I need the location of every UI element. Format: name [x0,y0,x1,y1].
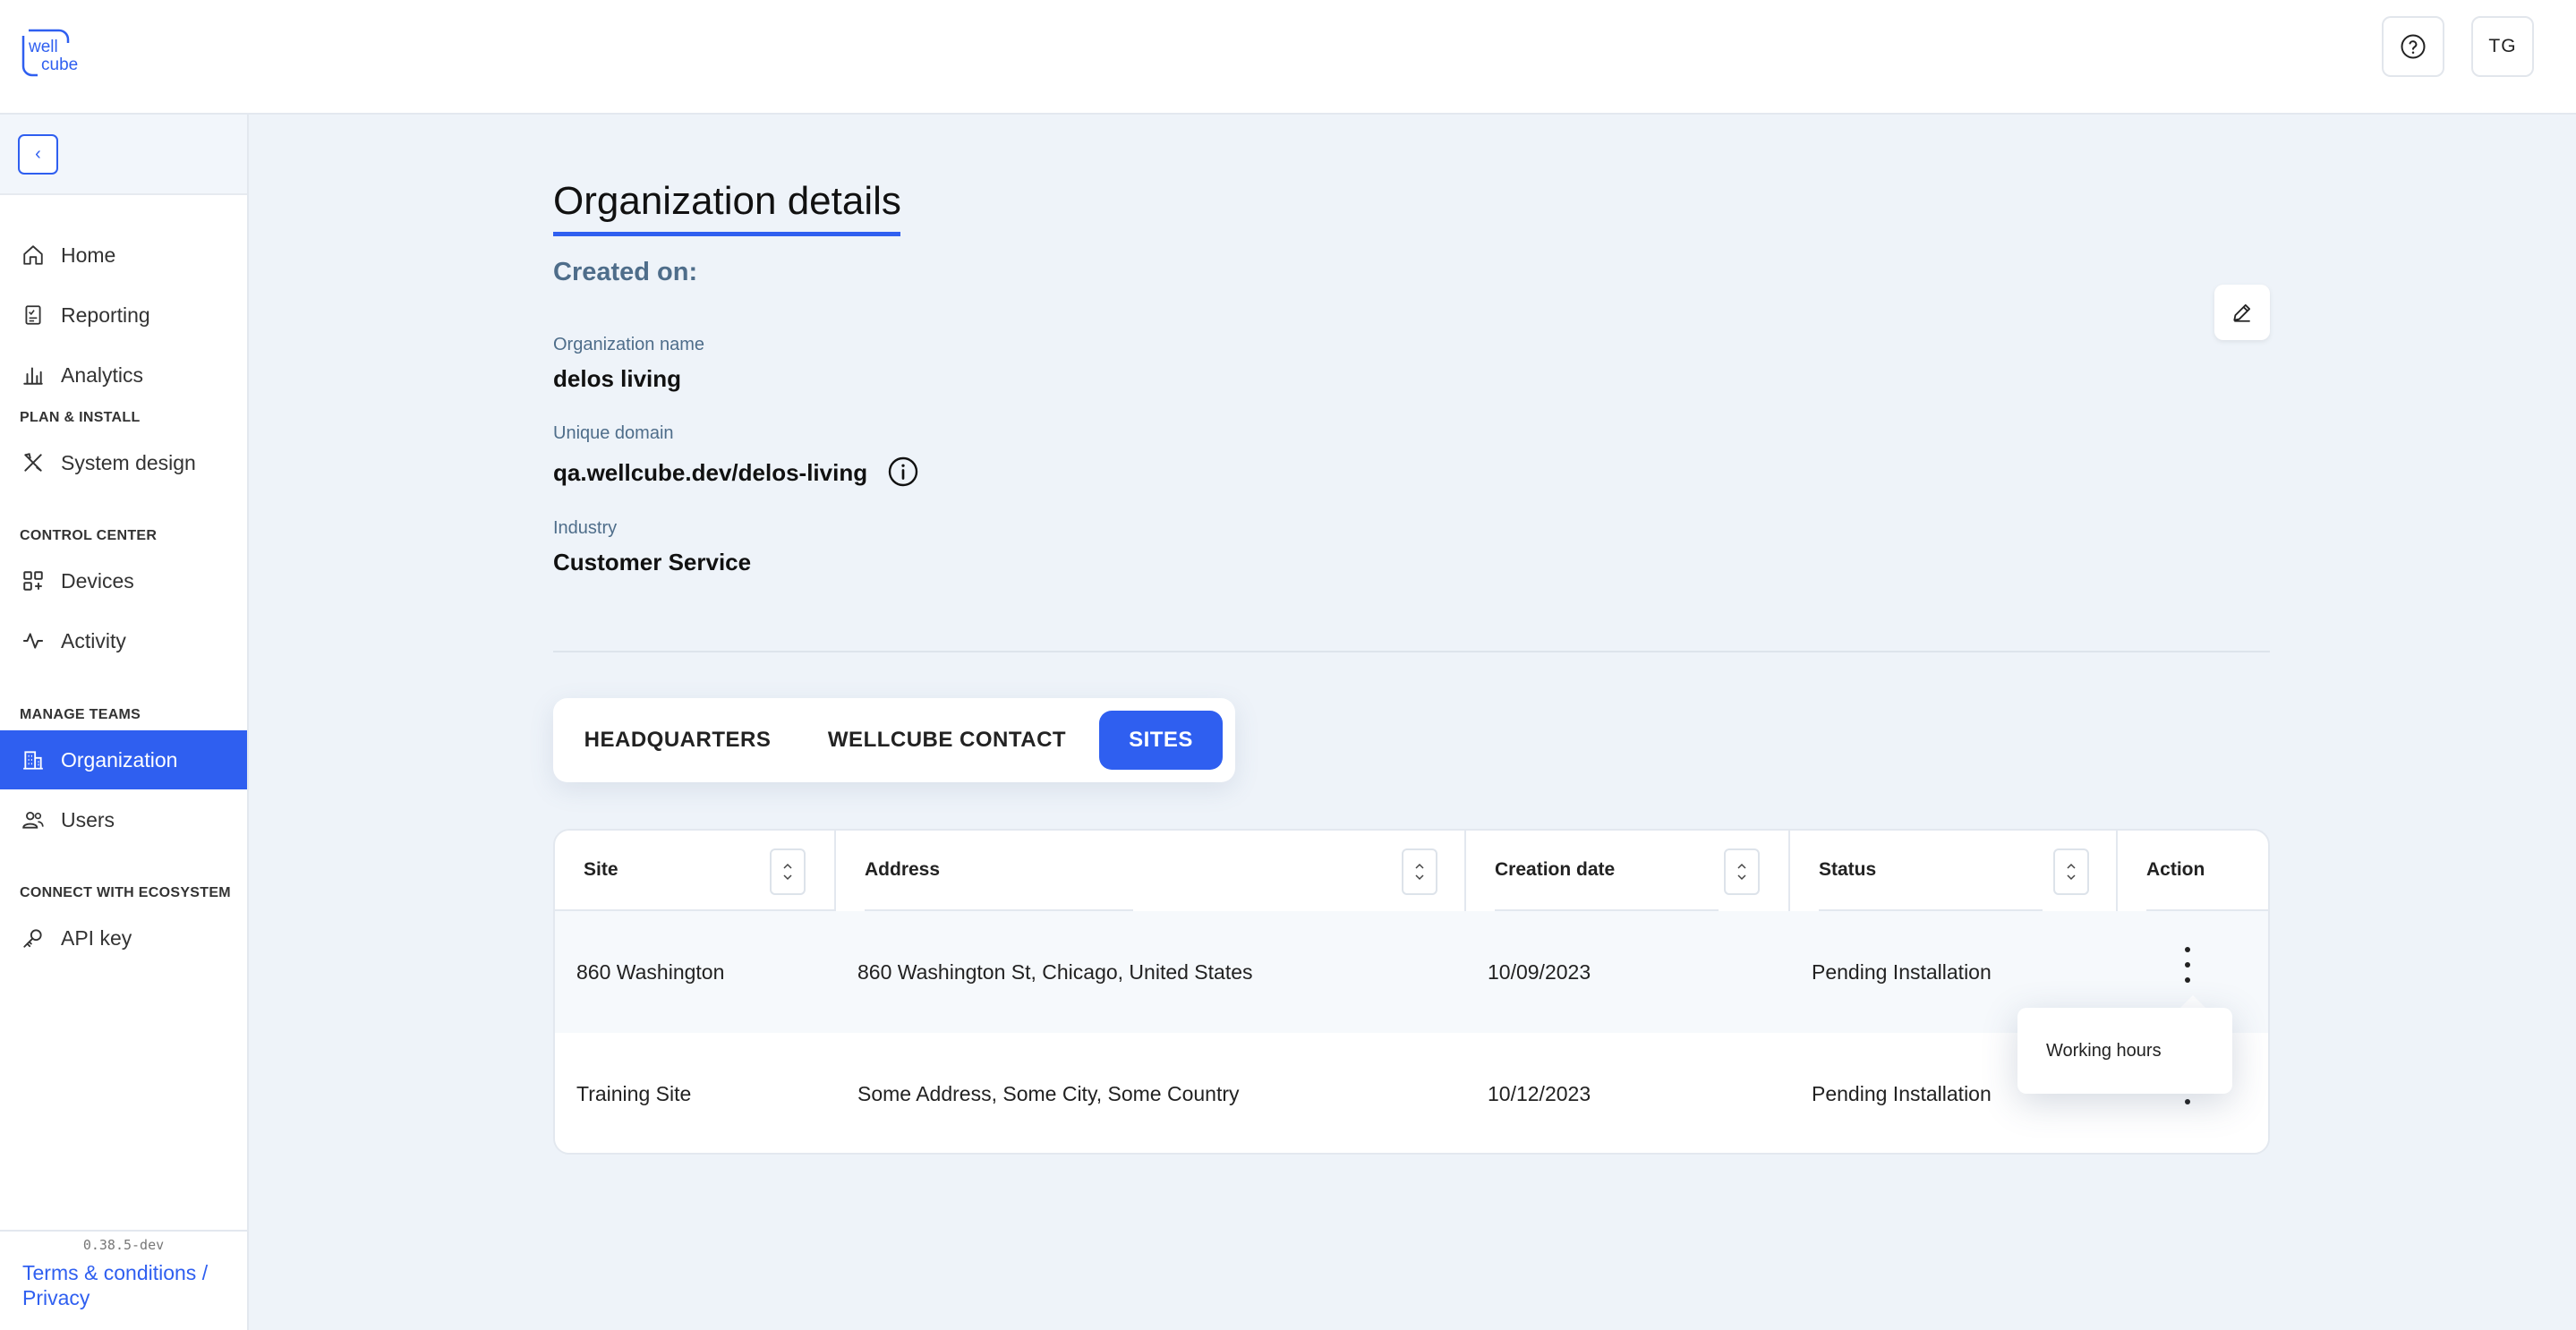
sidebar-item-label: Activity [61,628,126,652]
help-button[interactable] [2382,16,2444,77]
sidebar-item-reporting[interactable]: Reporting [0,286,247,345]
sidebar-item-label: Home [61,243,116,267]
terms-privacy-link[interactable]: Terms & conditions / Privacy [22,1260,237,1310]
sidebar-item-system-design[interactable]: System design [0,433,247,492]
column-header-status: Status [1819,831,2043,911]
cell-address: 860 Washington St, Chicago, United State… [857,959,1253,984]
sort-status-button[interactable] [2053,848,2089,895]
tools-icon [20,449,47,476]
table-row: Training Site Some Address, Some City, S… [555,1033,2268,1153]
sort-icon [783,863,792,881]
unique-domain-value: qa.wellcube.dev/delos-living [553,459,868,486]
menu-item-working-hours[interactable]: Working hours [2046,1041,2162,1061]
sites-table: Site Address Creation date Status Action… [553,829,2270,1155]
question-circle-icon [2401,34,2426,59]
sidebar-item-devices[interactable]: Devices [0,551,247,610]
column-header-address: Address [865,831,1133,911]
sort-icon [2067,863,2076,881]
activity-icon [20,627,47,654]
cell-status: Pending Installation [1812,959,1992,984]
sidebar-item-label: Users [61,807,115,831]
sidebar-collapse-area: ‹ [0,115,247,195]
sort-icon [1415,863,1424,881]
cell-status: Pending Installation [1812,1081,1992,1105]
sidebar-item-label: Organization [61,747,178,772]
sort-site-button[interactable] [770,848,806,895]
sidebar-item-label: Devices [61,568,134,593]
title-underline [553,232,900,236]
column-header-action: Action [2146,831,2268,911]
nav-section-title: CONNECT WITH ECOSYSTEM [20,885,231,900]
organization-name-value: delos living [553,365,682,392]
row-action-menu: Working hours [2017,1008,2232,1094]
nav-section-title: CONTROL CENTER [20,528,158,543]
detail-tabs: HEADQUARTERS WELLCUBE CONTACT SITES [553,698,1235,782]
user-avatar-button[interactable]: TG [2471,16,2534,77]
sort-creation-date-button[interactable] [1724,848,1760,895]
chevron-left-icon: ‹ [35,144,41,164]
cell-creation-date: 10/09/2023 [1488,959,1591,984]
devices-icon [20,567,47,594]
organization-name-label: Organization name [553,335,704,354]
cell-creation-date: 10/12/2023 [1488,1081,1591,1105]
nav-section-title: PLAN & INSTALL [20,410,141,425]
avatar-initials: TG [2488,36,2517,56]
sidebar-item-users[interactable]: Users [0,790,247,849]
section-divider [553,651,2270,652]
tab-headquarters[interactable]: HEADQUARTERS [575,711,780,770]
sidebar-item-label: Reporting [61,303,150,327]
tab-sites[interactable]: SITES [1099,711,1223,770]
bar-chart-icon [20,362,47,388]
header-row-fill [555,831,584,911]
svg-text:cube: cube [41,55,78,74]
created-on-label: Created on: [553,258,698,286]
info-icon[interactable] [887,456,919,488]
sidebar-item-analytics[interactable]: Analytics [0,345,247,405]
cell-address: Some Address, Some City, Some Country [857,1081,1240,1105]
popup-arrow [2180,995,2205,1008]
users-icon [20,806,47,833]
home-icon [20,242,47,269]
nav-section-title: MANAGE TEAMS [20,707,141,722]
tab-wellcube-contact[interactable]: WELLCUBE CONTACT [813,711,1081,770]
cell-site: Training Site [576,1081,692,1105]
column-separator [1464,831,1466,911]
top-header: well cube TG [0,0,2576,115]
column-header-creation-date: Creation date [1495,831,1719,911]
sidebar-item-home[interactable]: Home [0,226,247,285]
sidebar-item-api-key[interactable]: API key [0,908,247,968]
key-icon [20,925,47,951]
svg-text:well: well [28,38,58,56]
sidebar-item-label: Analytics [61,362,144,387]
edit-organization-button[interactable] [2214,285,2270,340]
sidebar: ‹ Home Reporting Analytics PLAN & INSTAL… [0,115,249,1330]
sidebar-item-organization[interactable]: Organization [0,730,247,789]
cell-site: 860 Washington [576,959,725,984]
unique-domain-label: Unique domain [553,423,674,443]
column-separator [834,831,836,911]
sidebar-item-activity[interactable]: Activity [0,611,247,670]
page-title: Organization details [553,179,901,223]
app-version: 0.38.5-dev [82,1237,165,1253]
collapse-sidebar-button[interactable]: ‹ [18,134,58,175]
row-actions-kebab-icon[interactable] [2177,947,2198,983]
building-icon [20,746,47,773]
column-separator [1788,831,1790,911]
table-row: 860 Washington 860 Washington St, Chicag… [555,911,2268,1033]
sidebar-item-label: System design [61,450,196,474]
column-separator [2116,831,2118,911]
sidebar-item-label: API key [61,925,132,950]
industry-label: Industry [553,518,618,538]
pencil-icon [2233,303,2251,322]
industry-value: Customer Service [553,549,752,575]
sort-address-button[interactable] [1402,848,1437,895]
sort-icon [1737,863,1746,881]
sidebar-footer-divider [0,1230,247,1232]
report-icon [20,302,47,328]
wellcube-logo[interactable]: well cube [20,27,90,77]
